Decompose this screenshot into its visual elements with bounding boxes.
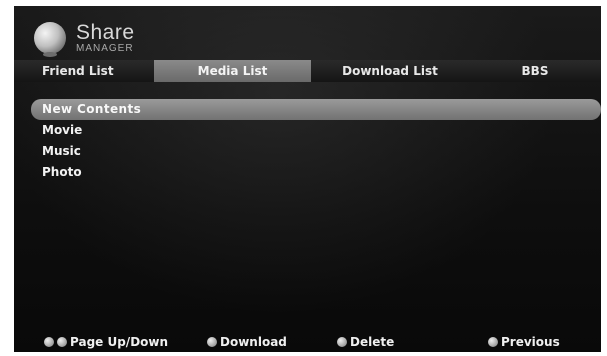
legend-delete-label: Delete [350, 335, 395, 349]
legend-page-up-down[interactable]: Page Up/Down [44, 332, 168, 352]
legend-previous[interactable]: Previous [488, 332, 560, 352]
globe-icon [34, 22, 66, 57]
logo-title: Share [76, 21, 135, 44]
list-item-movie[interactable]: Movie [14, 120, 601, 141]
share-manager-logo: Share MANAGER [34, 18, 135, 58]
logo-text: Share MANAGER [76, 22, 135, 54]
button-dot-icon [337, 337, 347, 347]
legend-delete[interactable]: Delete [337, 332, 394, 352]
button-legend: Page Up/Down Download Delete Previous [14, 332, 601, 352]
legend-previous-label: Previous [501, 335, 560, 349]
tab-download-list[interactable]: Download List [311, 60, 469, 82]
tab-media-list[interactable]: Media List [154, 60, 311, 82]
list-item-new-contents[interactable]: New Contents [31, 99, 601, 120]
legend-download-label: Download [220, 335, 287, 349]
tab-bar: Friend List Media List Download List BBS [14, 60, 601, 82]
legend-page-label: Page Up/Down [70, 335, 169, 349]
list-item-music[interactable]: Music [14, 141, 601, 162]
button-dot-icon [57, 337, 67, 347]
button-dot-icon [207, 337, 217, 347]
media-category-list: New Contents Movie Music Photo [14, 99, 601, 183]
tab-bbs[interactable]: BBS [469, 60, 601, 82]
legend-download[interactable]: Download [207, 332, 287, 352]
button-dot-icon [44, 337, 54, 347]
list-item-photo[interactable]: Photo [14, 162, 601, 183]
tab-friend-list[interactable]: Friend List [14, 60, 154, 82]
tv-screen: Share MANAGER Friend List Media List Dow… [14, 6, 601, 352]
button-dot-icon [488, 337, 498, 347]
logo-subtitle: MANAGER [76, 43, 134, 54]
